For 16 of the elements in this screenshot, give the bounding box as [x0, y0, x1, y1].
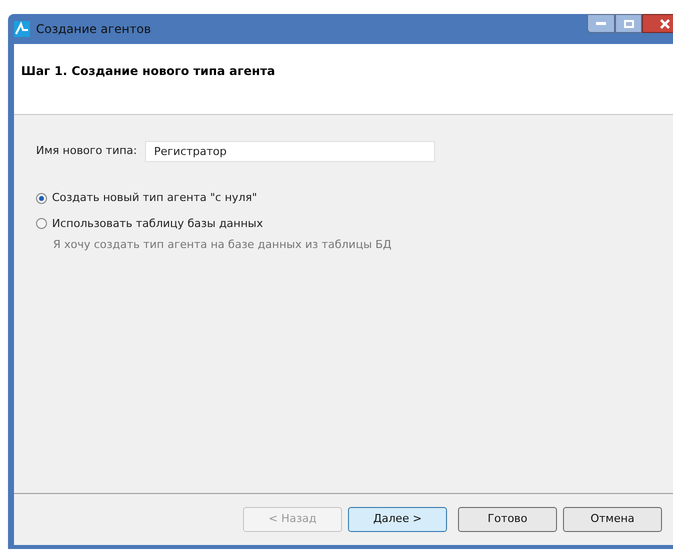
minimize-button[interactable] [587, 14, 615, 33]
maximize-button[interactable] [615, 14, 642, 33]
radio-button[interactable] [36, 218, 47, 230]
radio-option[interactable]: Создать новый тип агента "с нуля" [36, 190, 258, 206]
window-title: Создание агентов [36, 21, 151, 38]
wizard-button[interactable]: Отмена [563, 507, 662, 532]
step-title: Шаг 1. Создание нового типа агента [21, 64, 276, 78]
wizard-button[interactable]: Далее > [348, 507, 447, 532]
app-logo-icon [14, 21, 30, 37]
wizard-button[interactable]: Готово [458, 507, 557, 532]
radio-option[interactable]: Использовать таблицу базы данных [36, 216, 263, 232]
name-field[interactable]: Регистратор [144, 141, 435, 162]
close-icon [660, 18, 670, 28]
option-hint: Я хочу создать тип агента на базе данных из таблицы БД [53, 237, 393, 253]
radio-button[interactable] [36, 192, 47, 204]
name-label: Имя нового типа: [36, 143, 137, 160]
